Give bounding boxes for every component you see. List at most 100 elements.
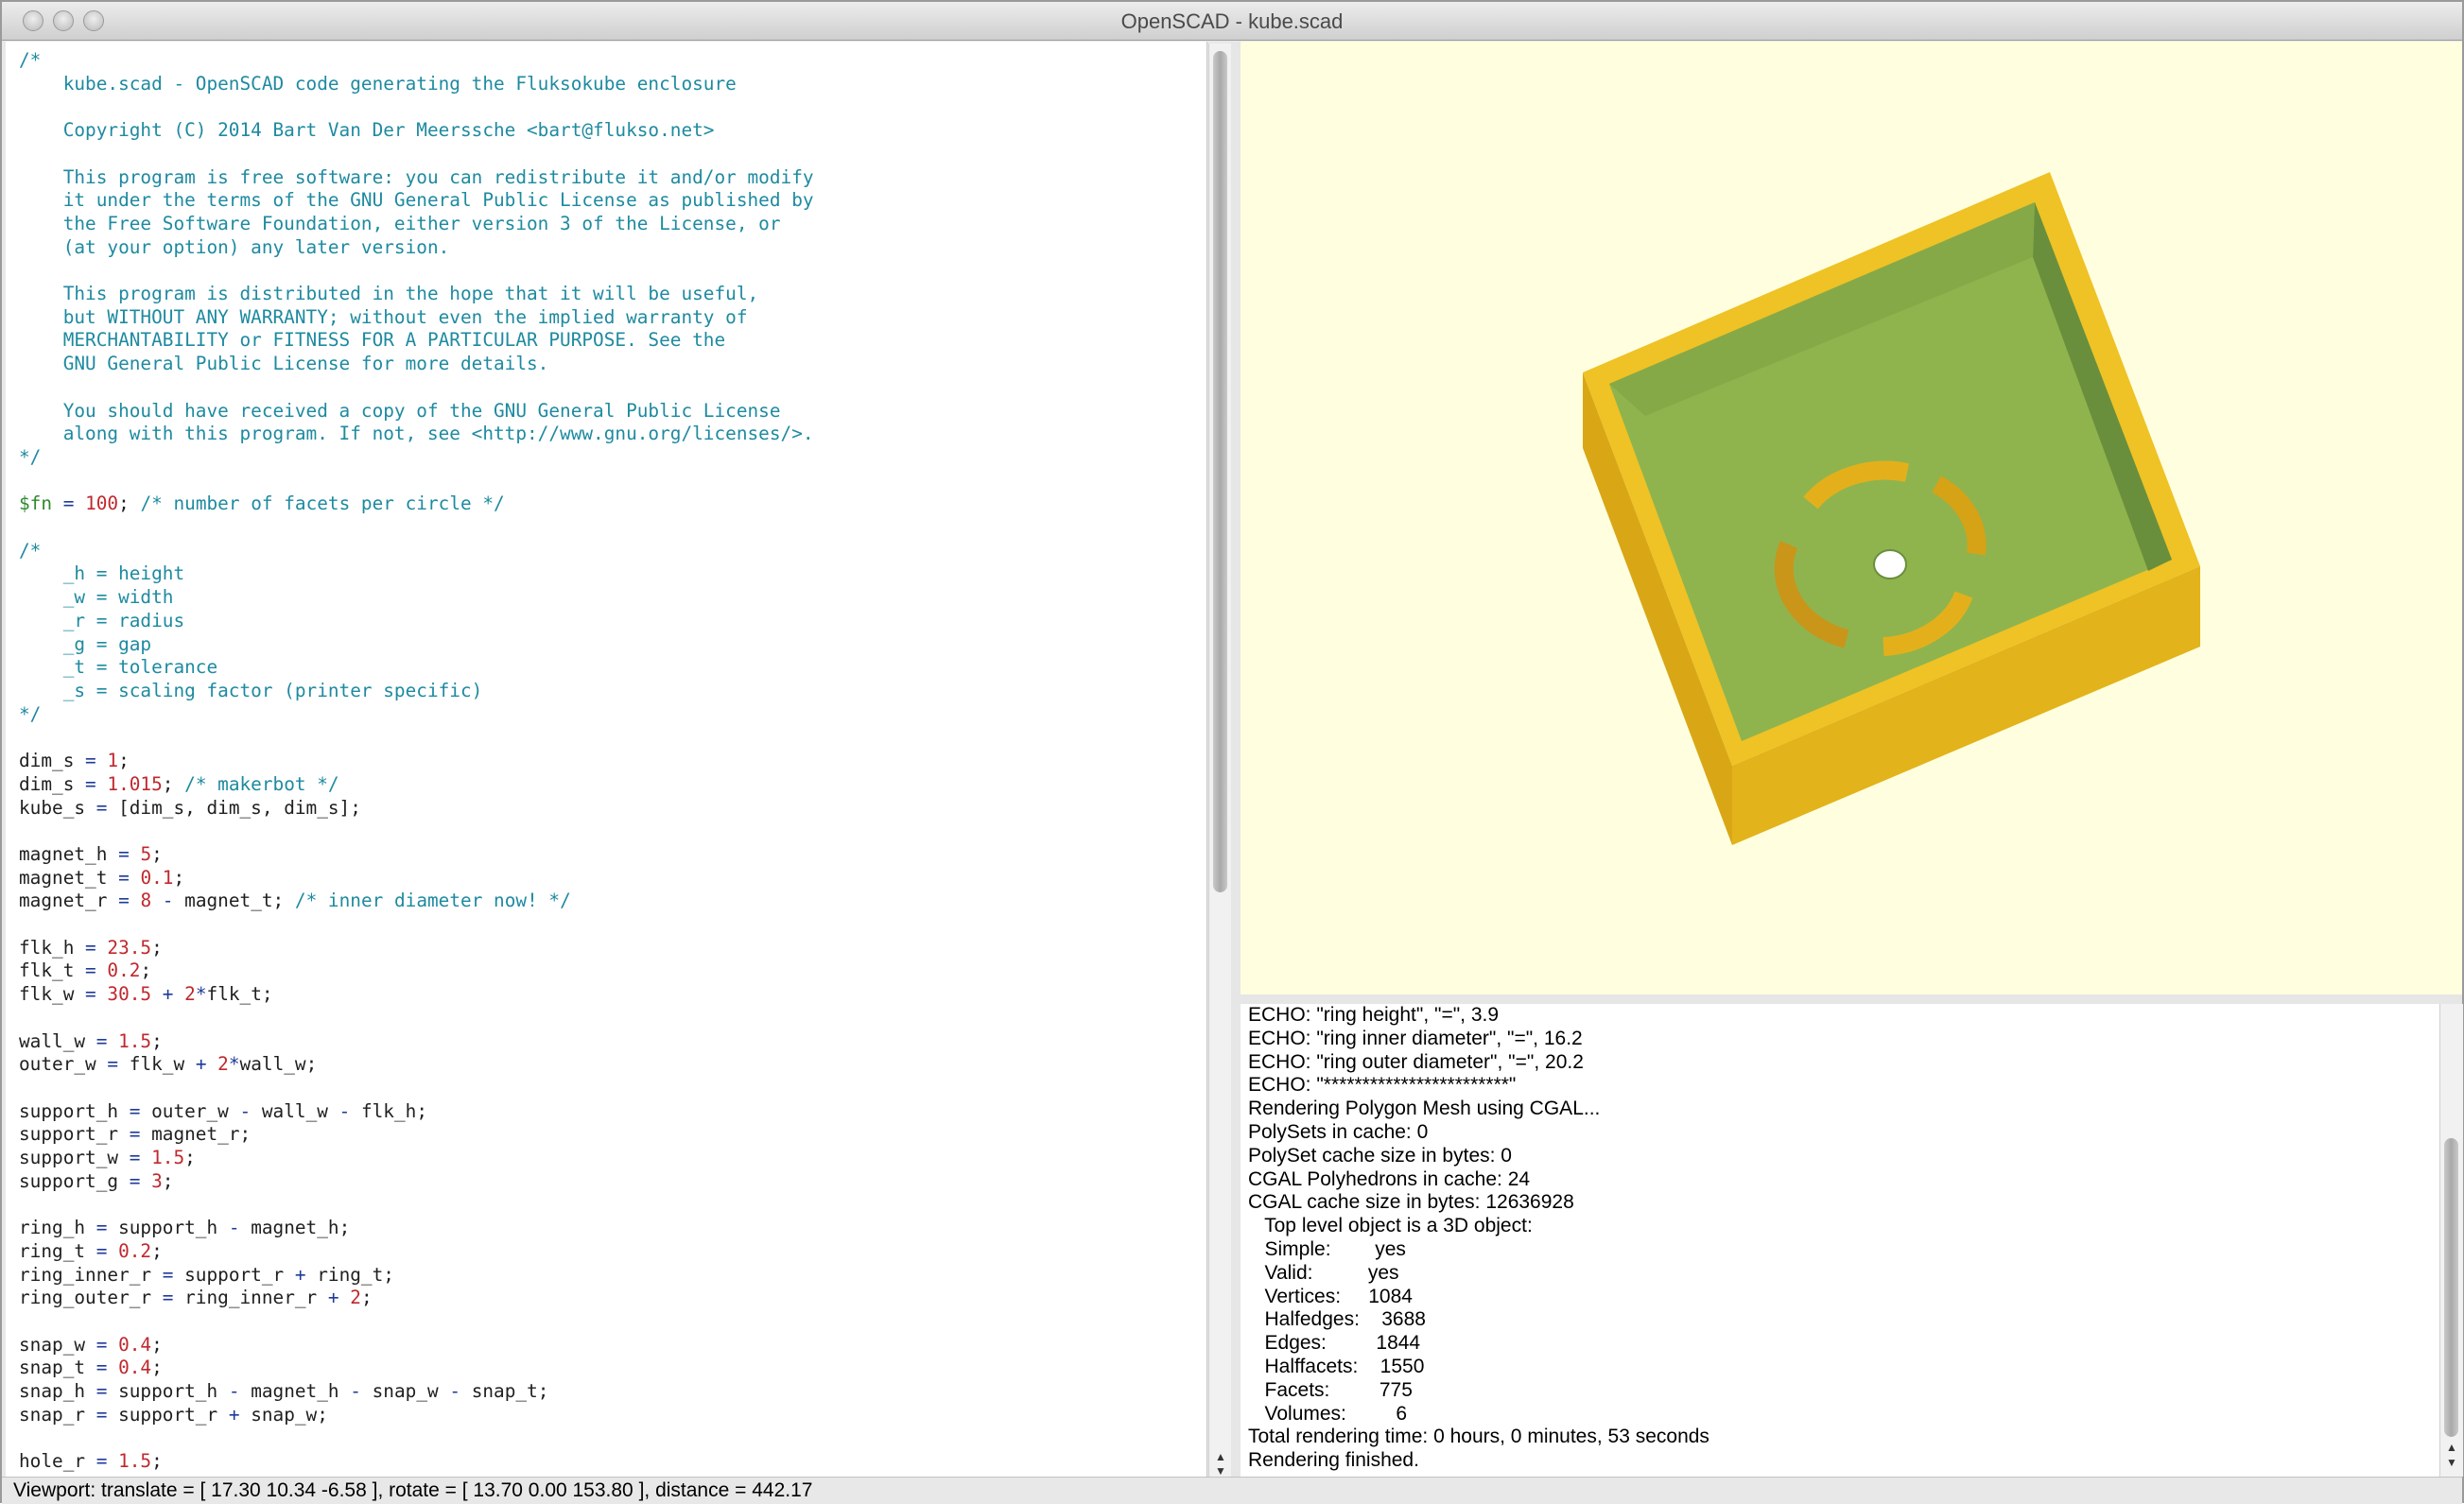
code-line[interactable]: snap_t = 0.4; (19, 1357, 814, 1380)
code-token: ring_t; (317, 1263, 394, 1286)
code-line[interactable]: magnet_h = 5; (19, 843, 814, 867)
code-line[interactable]: snap_r = support_r + snap_w; (19, 1404, 814, 1427)
code-line[interactable]: support_h = outer_w - wall_w - flk_h; (19, 1100, 814, 1124)
title-bar[interactable]: OpenSCAD - kube.scad (2, 2, 2462, 41)
scroll-down-arrow-icon[interactable]: ▼ (1214, 1464, 1227, 1478)
code-line[interactable] (19, 913, 814, 937)
scroll-up-arrow-icon[interactable]: ▲ (1214, 1450, 1227, 1463)
code-line[interactable]: magnet_r = 8 - magnet_t; /* inner diamet… (19, 890, 814, 913)
code-token: 3 (151, 1169, 163, 1192)
scroll-down-arrow-icon[interactable]: ▼ (2445, 1456, 2458, 1469)
3d-viewport[interactable] (1241, 42, 2462, 994)
code-token: 1.015 (107, 772, 163, 795)
code-line[interactable] (19, 95, 814, 119)
code-line[interactable]: $fn = 100; /* number of facets per circl… (19, 493, 814, 516)
code-line[interactable]: but WITHOUT ANY WARRANTY; without even t… (19, 306, 814, 330)
console-line: ECHO: "************************" (1248, 1074, 1517, 1097)
code-token: /* inner diameter now! */ (294, 890, 571, 912)
code-line[interactable]: ring_inner_r = support_r + ring_t; (19, 1264, 814, 1288)
editor-scrollbar-thumb[interactable] (1213, 51, 1227, 892)
code-line[interactable]: hole_r = 1.5; (19, 1450, 814, 1474)
code-line[interactable]: /* (19, 49, 814, 73)
code-text[interactable]: /* kube.scad - OpenSCAD code generating … (19, 49, 814, 1474)
code-token: ; (173, 866, 185, 889)
code-line[interactable]: magnet_t = 0.1; (19, 867, 814, 890)
code-line[interactable]: support_g = 3; (19, 1170, 814, 1194)
code-line[interactable]: GNU General Public License for more deta… (19, 353, 814, 376)
code-line[interactable]: You should have received a copy of the G… (19, 400, 814, 424)
code-token: - (217, 1380, 252, 1403)
code-line[interactable]: MERCHANTABILITY or FITNESS FOR A PARTICU… (19, 329, 814, 353)
code-editor[interactable]: /* kube.scad - OpenSCAD code generating … (6, 42, 1207, 1477)
code-line[interactable]: _r = radius (19, 610, 814, 633)
scroll-up-arrow-icon[interactable]: ▲ (2445, 1441, 2458, 1454)
code-line[interactable]: _w = width (19, 586, 814, 610)
code-token: 2 (217, 1053, 229, 1076)
code-line[interactable]: _h = height (19, 562, 814, 586)
code-line[interactable] (19, 1007, 814, 1030)
code-token: - (338, 1380, 373, 1403)
code-line[interactable]: _t = tolerance (19, 656, 814, 680)
code-line[interactable]: the Free Software Foundation, either ver… (19, 213, 814, 236)
code-token: support_w (19, 1147, 119, 1169)
code-line[interactable]: kube.scad - OpenSCAD code generating the… (19, 73, 814, 96)
code-line[interactable] (19, 143, 814, 166)
code-line[interactable] (19, 1310, 814, 1334)
code-line[interactable] (19, 820, 814, 843)
code-line[interactable] (19, 726, 814, 750)
code-line[interactable]: ring_t = 0.2; (19, 1240, 814, 1264)
code-line[interactable]: support_w = 1.5; (19, 1147, 814, 1170)
code-token: = (85, 1380, 119, 1403)
code-line[interactable]: _s = scaling factor (printer specific) (19, 680, 814, 703)
code-line[interactable] (19, 1426, 814, 1450)
console-line: Rendering Polygon Mesh using CGAL... (1248, 1098, 1601, 1120)
console-scrollbar[interactable]: ▲ ▼ (2439, 1004, 2463, 1477)
code-line[interactable] (19, 1193, 814, 1217)
code-line[interactable]: */ (19, 446, 814, 470)
code-token: (at your option) any later version. (19, 235, 450, 258)
code-line[interactable]: (at your option) any later version. (19, 236, 814, 260)
code-line[interactable] (19, 516, 814, 540)
code-line[interactable]: This program is free software: you can r… (19, 166, 814, 190)
code-line[interactable]: outer_w = flk_w + 2*wall_w; (19, 1053, 814, 1077)
editor-scrollbar[interactable]: ▲ ▼ (1208, 43, 1232, 1478)
code-line[interactable]: along with this program. If not, see <ht… (19, 423, 814, 446)
code-token: ; (118, 750, 130, 772)
console-output[interactable]: ECHO: "ring height", "=", 3.9 ECHO: "ring… (1241, 1004, 2439, 1477)
code-line[interactable]: This program is distributed in the hope … (19, 283, 814, 306)
code-line[interactable]: wall_w = 1.5; (19, 1030, 814, 1054)
code-line[interactable]: snap_w = 0.4; (19, 1334, 814, 1357)
code-token: ring_t (19, 1239, 86, 1262)
code-line[interactable]: /* (19, 540, 814, 563)
code-token: support_r (19, 1123, 119, 1146)
code-line[interactable]: dim_s = 1.015; /* makerbot */ (19, 773, 814, 797)
code-token: snap_w (19, 1333, 86, 1356)
code-token: * (195, 983, 207, 1006)
code-line[interactable]: */ (19, 703, 814, 727)
code-line[interactable]: flk_w = 30.5 + 2*flk_t; (19, 983, 814, 1007)
code-line[interactable]: flk_h = 23.5; (19, 937, 814, 960)
code-token: 8 (140, 890, 152, 912)
console-scrollbar-thumb[interactable] (2444, 1138, 2458, 1437)
code-token: = (118, 1099, 152, 1122)
code-line[interactable]: ring_outer_r = ring_inner_r + 2; (19, 1287, 814, 1310)
console-line: Rendering finished. (1248, 1449, 1419, 1472)
horizontal-splitter[interactable] (1241, 994, 2462, 1004)
code-line[interactable]: flk_t = 0.2; (19, 959, 814, 983)
code-line[interactable] (19, 1077, 814, 1100)
code-line[interactable] (19, 376, 814, 400)
code-token: ; (151, 1029, 163, 1052)
code-line[interactable]: support_r = magnet_r; (19, 1123, 814, 1147)
code-line[interactable]: snap_h = support_h - magnet_h - snap_w -… (19, 1380, 814, 1404)
code-line[interactable]: Copyright (C) 2014 Bart Van Der Meerssch… (19, 119, 814, 143)
code-line[interactable]: kube_s = [dim_s, dim_s, dim_s]; (19, 797, 814, 821)
code-line[interactable] (19, 470, 814, 493)
code-token: = (107, 890, 141, 912)
code-line[interactable]: ring_h = support_h - magnet_h; (19, 1217, 814, 1240)
code-line[interactable]: it under the terms of the GNU General Pu… (19, 189, 814, 213)
code-line[interactable]: _g = gap (19, 633, 814, 657)
vertical-splitter[interactable] (1231, 42, 1241, 1477)
code-line[interactable]: dim_s = 1; (19, 750, 814, 773)
code-token: 23.5 (107, 936, 152, 959)
code-line[interactable] (19, 259, 814, 283)
